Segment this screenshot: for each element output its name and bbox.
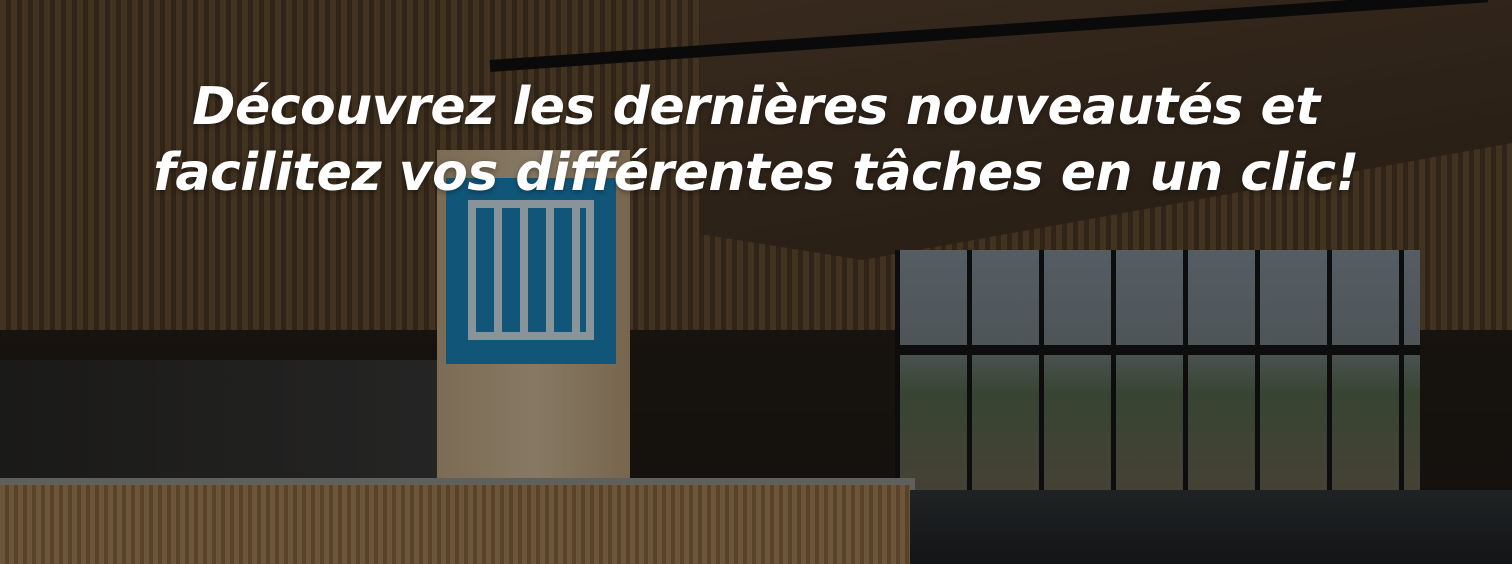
headline-line-2: facilitez vos différentes tâches en un c… <box>153 143 1359 203</box>
headline-line-1: Découvrez les dernières nouveautés et <box>192 77 1320 137</box>
hero-banner: Découvrez les dernières nouveautés et fa… <box>0 0 1512 564</box>
hero-headline: Découvrez les dernières nouveautés et fa… <box>0 74 1512 206</box>
